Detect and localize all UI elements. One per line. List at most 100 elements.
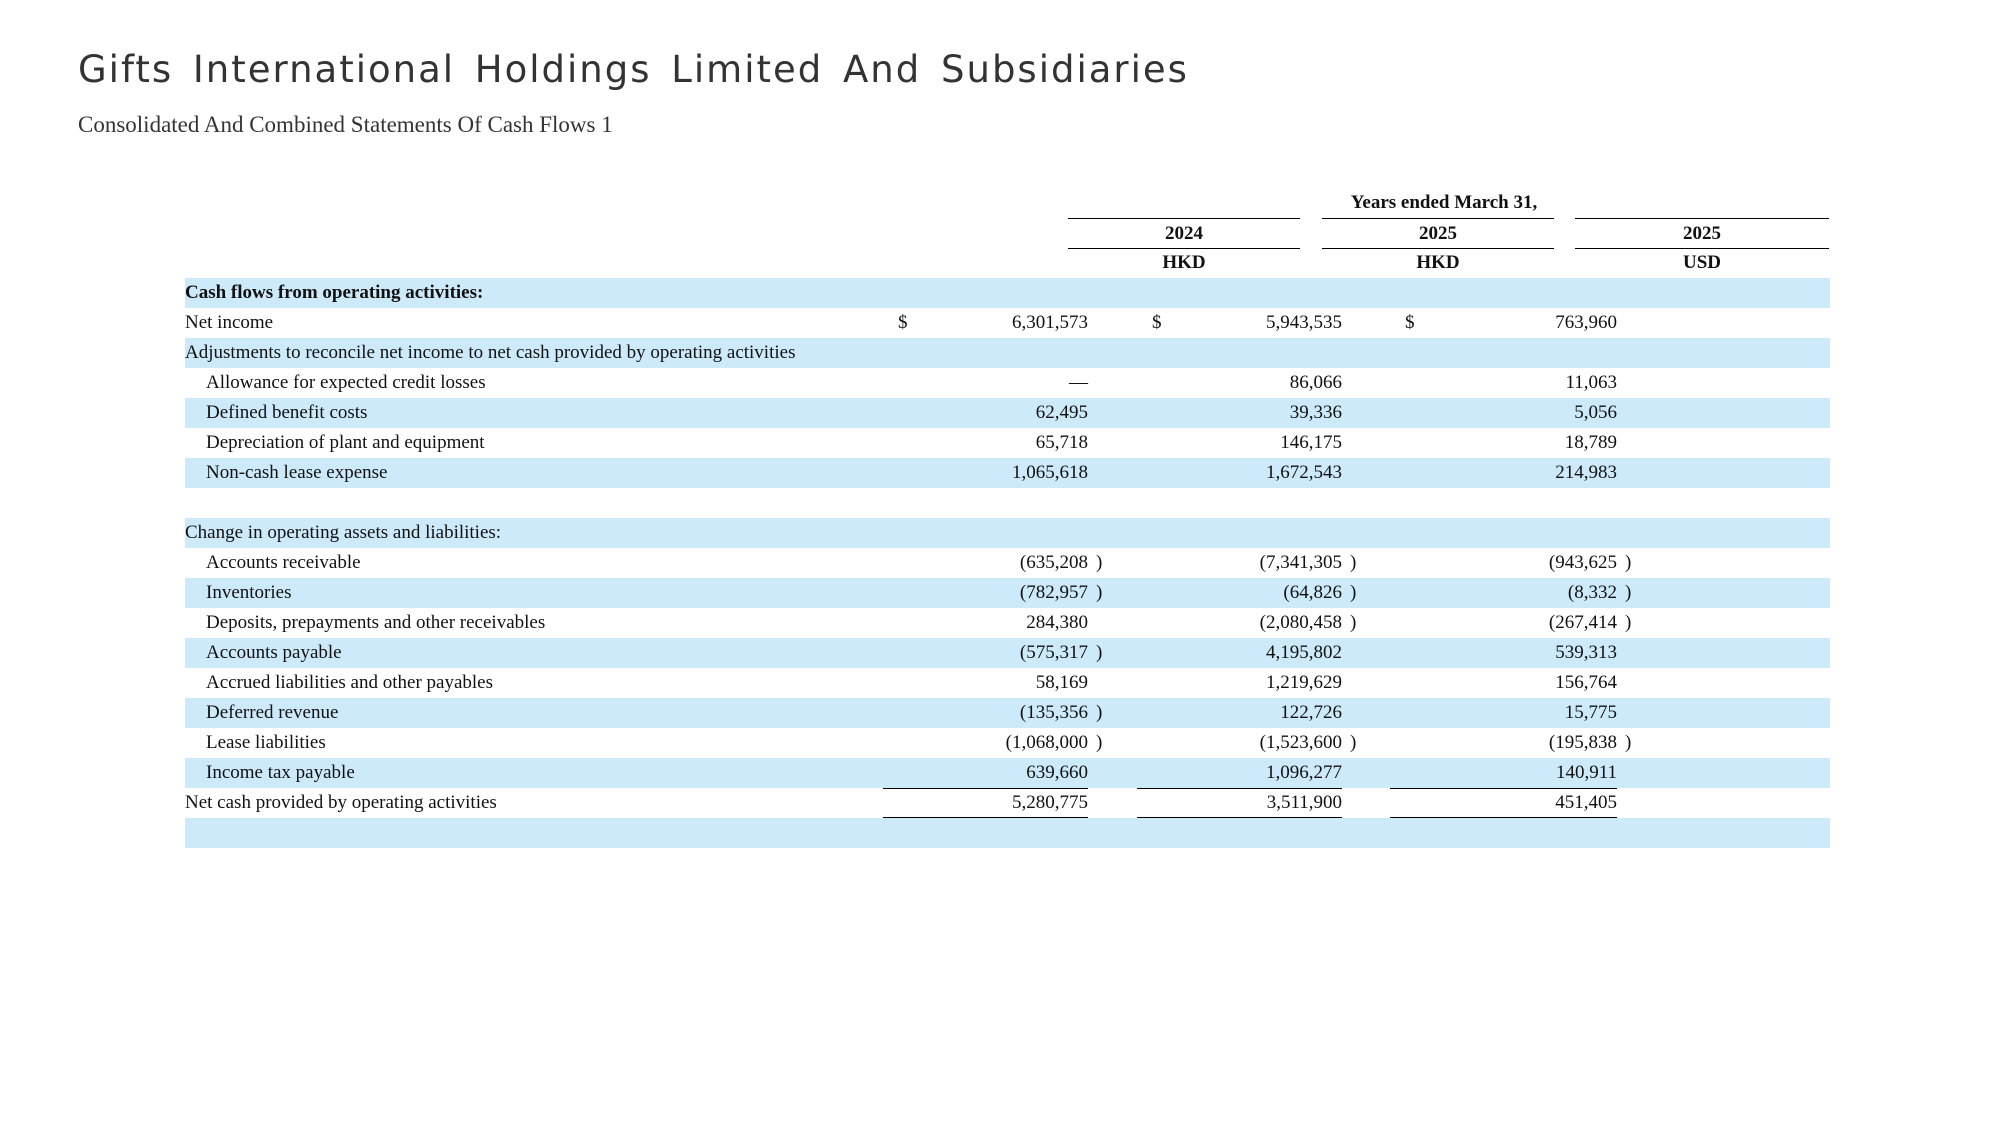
page-subtitle: Consolidated And Combined Statements Of … [78, 112, 613, 137]
cell-value-col-1: 62,495 [1035, 402, 1088, 423]
closing-paren: ) [1625, 732, 1632, 753]
row-label: Non-cash lease expense [206, 462, 388, 483]
cell-value-col-1 [883, 488, 1088, 518]
table-header-currency-row: HKD HKD USD [185, 248, 1830, 278]
closing-paren: ) [1350, 612, 1357, 633]
cell-value-col-3: 18,789 [1564, 432, 1617, 453]
currency-header-1: HKD [1162, 252, 1206, 273]
table-row: Net cash provided by operating activitie… [185, 788, 1830, 818]
cell-value-col-2: 1,096,277 [1266, 762, 1342, 783]
table-header-year-row: 2024 2025 2025 [185, 218, 1830, 249]
table-row: Adjustments to reconcile net income to n… [185, 338, 1830, 368]
row-label: Deferred revenue [206, 702, 339, 723]
table-body: Cash flows from operating activities: Net… [185, 278, 1830, 848]
cell-value-col-3: 539,313 [1555, 642, 1617, 663]
row-label: Change in operating assets and liabiliti… [185, 522, 502, 543]
cell-value-col-1 [883, 818, 1088, 848]
table-header-period-row: Years ended March 31, [185, 188, 1830, 218]
closing-paren: ) [1096, 702, 1103, 723]
row-label: Cash flows from operating activities: [185, 282, 484, 303]
closing-paren: ) [1350, 732, 1357, 753]
row-label: Accrued liabilities and other payables [206, 672, 494, 693]
table-row: Inventories (782,957) (64,826) (8,332) [185, 578, 1830, 608]
cell-value-col-3: (8,332 [1567, 582, 1617, 603]
closing-paren: ) [1350, 582, 1357, 603]
cell-value-col-3: 140,911 [1555, 762, 1617, 783]
cell-value-col-2: (64,826 [1283, 582, 1342, 603]
cell-value-col-1 [883, 338, 1088, 368]
closing-paren: ) [1096, 642, 1103, 663]
cell-value-col-2: 5,943,535 [1266, 312, 1342, 333]
cell-value-col-1: 58,169 [1035, 672, 1088, 693]
cell-value-col-2 [1137, 278, 1342, 308]
table-row: Net income $6,301,573 $5,943,535 $763,960 [185, 308, 1830, 338]
cell-value-col-1: 6,301,573 [1012, 312, 1088, 333]
table-row: Accounts payable (575,317) 4,195,802 539,31… [185, 638, 1830, 668]
row-label: Lease liabilities [206, 732, 326, 753]
cell-value-col-3: 11,063 [1565, 372, 1617, 393]
cell-value-col-1: 1,065,618 [1012, 462, 1088, 483]
cell-value-col-3: (943,625 [1548, 552, 1617, 573]
cell-value-col-1: 65,718 [1035, 432, 1088, 453]
table-row: Deposits, prepayments and other receivab… [185, 608, 1830, 638]
total-rule [1137, 788, 1342, 818]
page-title: Gifts International Holdings Limited And… [78, 48, 1189, 91]
cell-value-col-2: 1,219,629 [1266, 672, 1342, 693]
table-row: Accrued liabilities and other payables 58… [185, 668, 1830, 698]
row-label: Accounts payable [206, 642, 342, 663]
currency-header-2: HKD [1416, 252, 1460, 273]
table-row: Non-cash lease expense 1,065,618 1,672,543… [185, 458, 1830, 488]
currency-header-3: USD [1682, 252, 1721, 273]
table-row: Change in operating assets and liabiliti… [185, 518, 1830, 548]
cell-value-col-3: (267,414 [1548, 612, 1617, 633]
table-row: Depreciation of plant and equipment 65,71… [185, 428, 1830, 458]
cell-value-col-1 [883, 518, 1088, 548]
table-row: Cash flows from operating activities: [185, 278, 1830, 308]
closing-paren: ) [1625, 582, 1632, 603]
row-label: Allowance for expected credit losses [206, 372, 486, 393]
period-header: Years ended March 31, [1350, 192, 1538, 213]
closing-paren: ) [1350, 552, 1357, 573]
cash-flow-table: Years ended March 31, 2024 2025 2025 HKD… [185, 188, 1830, 848]
row-label: Deposits, prepayments and other receivab… [206, 612, 546, 633]
cell-value-col-1: — [1069, 372, 1088, 393]
cell-value-col-3: 156,764 [1555, 672, 1617, 693]
total-rule [883, 788, 1088, 818]
cell-value-col-1: (575,317 [1019, 642, 1088, 663]
year-header-2: 2025 [1322, 218, 1554, 249]
row-label: Inventories [206, 582, 292, 603]
row-label: Accounts receivable [206, 552, 361, 573]
cell-value-col-2: (2,080,458 [1259, 612, 1342, 633]
cell-value-col-1: 284,380 [1026, 612, 1088, 633]
cell-value-col-1: (1,068,000 [1005, 732, 1088, 753]
cell-value-col-2 [1137, 338, 1342, 368]
cell-value-col-2: 1,672,543 [1266, 462, 1342, 483]
row-label: Net income [185, 312, 274, 333]
row-label: Adjustments to reconcile net income to n… [185, 342, 796, 363]
closing-paren: ) [1096, 732, 1103, 753]
row-label: Income tax payable [206, 762, 355, 783]
closing-paren: ) [1625, 612, 1632, 633]
cell-value-col-1: (635,208 [1019, 552, 1088, 573]
cell-value-col-3 [1390, 488, 1617, 518]
cell-value-col-3: 763,960 [1555, 312, 1617, 333]
cell-value-col-2: 4,195,802 [1266, 642, 1342, 663]
table-row: Defined benefit costs 62,495 39,336 5,056 [185, 398, 1830, 428]
cell-value-col-2: 86,066 [1289, 372, 1342, 393]
cell-value-col-3 [1390, 518, 1617, 548]
cell-value-col-3: 15,775 [1564, 702, 1617, 723]
cell-value-col-2: (7,341,305 [1259, 552, 1342, 573]
cell-value-col-2: 146,175 [1280, 432, 1342, 453]
cell-value-col-2: 39,336 [1289, 402, 1342, 423]
cell-value-col-1 [883, 278, 1088, 308]
table-row [185, 818, 1830, 848]
year-header-1: 2024 [1068, 218, 1300, 249]
total-rule [1390, 788, 1617, 818]
row-label: Net cash provided by operating activitie… [185, 792, 497, 813]
closing-paren: ) [1096, 552, 1103, 573]
closing-paren: ) [1625, 552, 1632, 573]
cell-value-col-2 [1137, 488, 1342, 518]
cell-value-col-3 [1390, 338, 1617, 368]
table-row: Allowance for expected credit losses — 86,… [185, 368, 1830, 398]
cell-value-col-3: 214,983 [1555, 462, 1617, 483]
